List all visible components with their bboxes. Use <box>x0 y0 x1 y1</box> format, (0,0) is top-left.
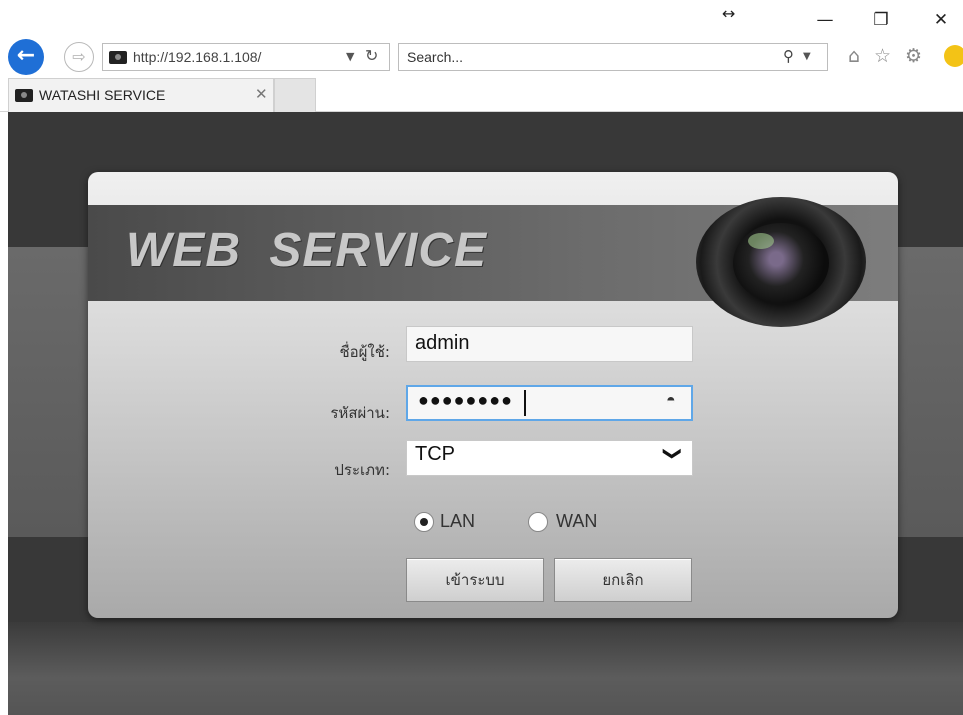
search-input[interactable]: Search... ⚲ ▼ <box>398 43 828 71</box>
window-title-bar: ↔ — ❐ ✕ <box>0 0 963 36</box>
login-button[interactable]: เข้าระบบ <box>406 558 544 602</box>
text-cursor <box>524 390 526 416</box>
url-text[interactable]: http://192.168.1.108/ <box>133 49 261 65</box>
tab-title: WATASHI SERVICE <box>39 87 166 103</box>
login-panel: WEB SERVICE ชื่อผู้ใช้: admin รหัสผ่าน: … <box>88 172 898 618</box>
tab-favicon-icon <box>15 89 33 102</box>
gear-icon[interactable]: ⚙ <box>905 46 922 66</box>
back-arrow-icon[interactable]: ← <box>8 39 44 75</box>
chevron-down-icon[interactable]: ❯ <box>662 446 683 461</box>
site-favicon-icon <box>109 51 127 64</box>
home-icon[interactable]: ⌂ <box>848 46 860 66</box>
password-field[interactable]: ●●●●●●●● ◓ <box>406 385 693 421</box>
type-select[interactable]: TCP ❯ <box>406 440 693 476</box>
radio-lan[interactable] <box>414 512 434 532</box>
camera-lens-icon <box>688 187 878 327</box>
search-icon[interactable]: ⚲ <box>783 47 794 65</box>
restore-button[interactable]: ❐ <box>866 8 896 32</box>
web-page: WEB SERVICE ชื่อผู้ใช้: admin รหัสผ่าน: … <box>8 112 963 715</box>
password-mask: ●●●●●●●● <box>418 390 513 410</box>
url-dropdown-icon[interactable]: ▼ <box>346 50 354 63</box>
navigation-bar: ← ⇨ http://192.168.1.108/ ▼ ↻ Search... … <box>0 36 963 78</box>
cancel-button[interactable]: ยกเลิก <box>554 558 692 602</box>
search-dropdown-icon[interactable]: ▼ <box>803 51 811 62</box>
username-label: ชื่อผู้ใช้: <box>339 343 390 361</box>
tab-strip: WATASHI SERVICE ✕ <box>0 78 963 112</box>
search-placeholder[interactable]: Search... <box>407 49 463 65</box>
resize-icon[interactable]: ↔ <box>722 4 735 23</box>
forward-arrow-icon[interactable]: ⇨ <box>64 42 94 72</box>
radio-wan[interactable] <box>528 512 548 532</box>
login-banner: WEB SERVICE <box>88 197 898 327</box>
username-field[interactable]: admin <box>406 326 693 362</box>
minimize-button[interactable]: — <box>810 8 840 32</box>
refresh-icon[interactable]: ↻ <box>365 46 378 65</box>
star-icon[interactable]: ☆ <box>874 46 891 66</box>
close-tab-icon[interactable]: ✕ <box>255 85 268 103</box>
smiley-icon[interactable] <box>944 45 963 67</box>
new-tab-button[interactable] <box>274 78 316 112</box>
type-label: ประเภท: <box>334 461 390 479</box>
show-password-icon[interactable]: ◓ <box>666 392 676 410</box>
tab-watashi-service[interactable]: WATASHI SERVICE ✕ <box>8 78 274 112</box>
close-button[interactable]: ✕ <box>926 8 956 32</box>
password-label: รหัสผ่าน: <box>330 404 390 422</box>
type-selected-value: TCP <box>415 443 455 465</box>
banner-title: WEB SERVICE <box>126 224 488 277</box>
address-bar[interactable]: http://192.168.1.108/ ▼ ↻ <box>102 43 390 71</box>
background-band-bottom <box>8 622 963 715</box>
radio-wan-label[interactable]: WAN <box>556 511 597 532</box>
radio-lan-label[interactable]: LAN <box>440 511 475 532</box>
